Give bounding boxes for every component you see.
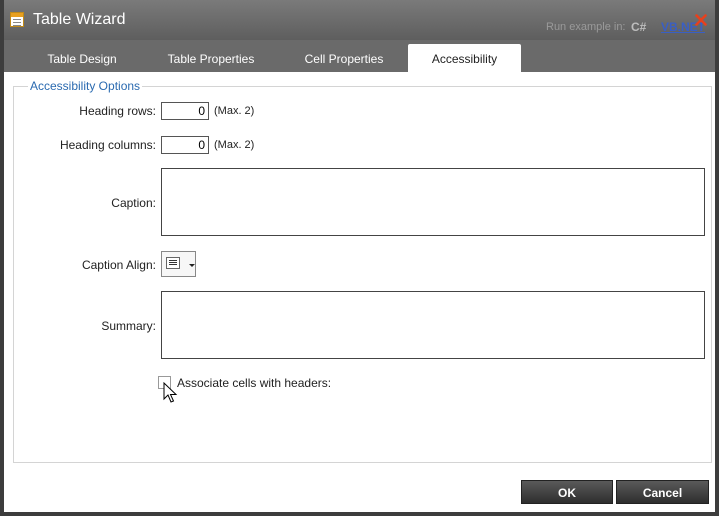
heading-rows-max-note: (Max. 2)	[214, 105, 255, 117]
background-csharp-link: C#	[631, 20, 647, 34]
window-title: Table Wizard	[33, 11, 126, 28]
align-left-icon	[166, 257, 180, 269]
heading-columns-label: Heading columns:	[59, 138, 156, 152]
heading-rows-input[interactable]	[161, 102, 209, 120]
summary-label: Summary:	[101, 319, 156, 333]
tab-strip: Table Design Table Properties Cell Prope…	[4, 44, 715, 72]
dropdown-arrow-icon	[189, 264, 195, 267]
mouse-cursor-icon	[163, 382, 178, 403]
caption-label: Caption:	[111, 196, 156, 210]
summary-textarea[interactable]	[161, 291, 705, 359]
tab-accessibility[interactable]: Accessibility	[408, 44, 521, 72]
tab-table-design[interactable]: Table Design	[20, 44, 144, 72]
tab-content-accessibility: Accessibility Options Heading rows: (Max…	[4, 72, 715, 512]
cancel-button[interactable]: Cancel	[616, 480, 709, 504]
heading-rows-label: Heading rows:	[79, 104, 156, 118]
caption-align-dropdown[interactable]	[161, 251, 196, 277]
associate-cells-label: Associate cells with headers:	[177, 376, 332, 390]
heading-columns-max-note: (Max. 2)	[214, 139, 255, 151]
tab-cell-properties[interactable]: Cell Properties	[279, 44, 409, 72]
ok-button[interactable]: OK	[521, 480, 613, 504]
table-wizard-icon	[10, 12, 24, 27]
tab-table-properties[interactable]: Table Properties	[146, 44, 276, 72]
caption-textarea[interactable]	[161, 168, 705, 236]
table-wizard-dialog: Table Wizard Run example in: C# VB.NET T…	[0, 0, 719, 516]
background-hint-text: Run example in:	[546, 21, 626, 33]
title-bar[interactable]: Table Wizard Run example in: C# VB.NET	[4, 0, 715, 40]
caption-align-label: Caption Align:	[81, 258, 156, 272]
group-legend: Accessibility Options	[28, 79, 143, 93]
heading-columns-input[interactable]	[161, 136, 209, 154]
close-icon[interactable]	[695, 14, 707, 26]
